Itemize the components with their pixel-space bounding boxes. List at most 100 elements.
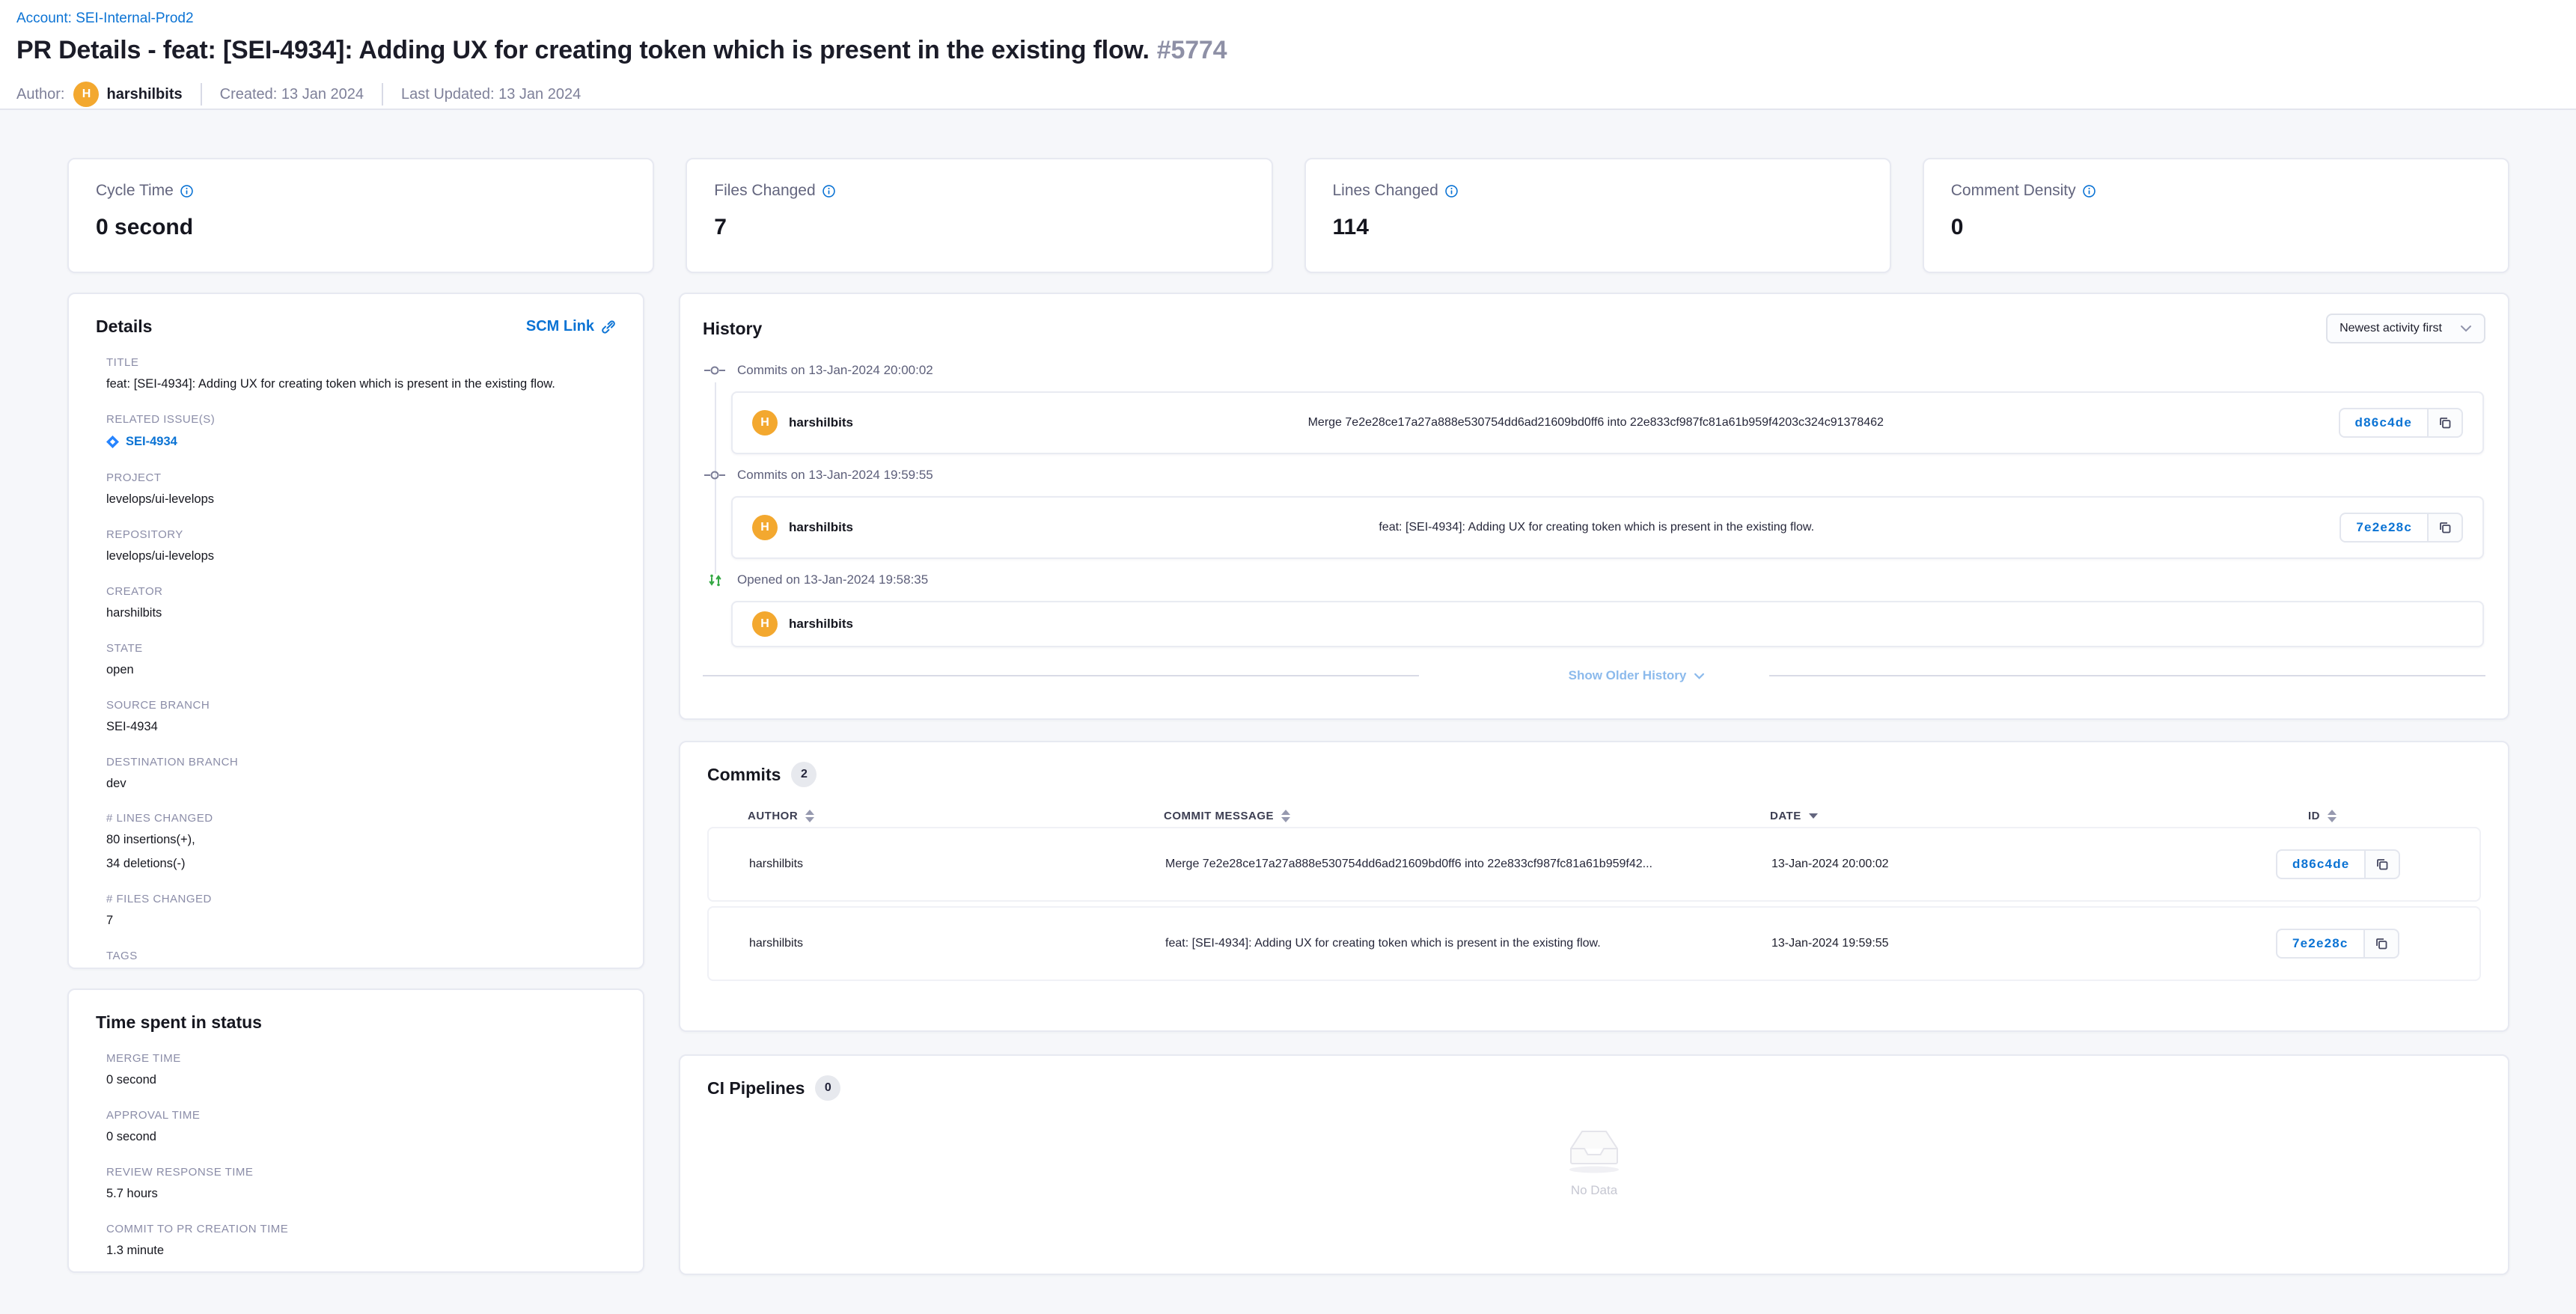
field-label: PROJECT [106,471,616,484]
field-commit-to-pr-time: COMMIT TO PR CREATION TIME 1.3 minute [106,1223,616,1260]
commit-hash-group: d86c4de [2276,849,2400,879]
copy-hash-button[interactable] [2366,849,2400,879]
metric-value: 0 second [96,215,626,240]
field-value: harshilbits [106,605,616,623]
timeline-event-text: Opened on 13-Jan-2024 19:58:35 [737,572,928,587]
commit-message: Merge 7e2e28ce17a27a888e530754dd6ad21609… [853,416,2339,430]
account-breadcrumb-link[interactable]: Account: SEI-Internal-Prod2 [16,10,194,27]
pr-number: #5774 [1157,36,1227,64]
commit-message: feat: [SEI-4934]: Adding UX for creating… [853,521,2340,534]
metrics-row: Cycle Time 0 second Files Changed 7 Line… [67,158,2509,273]
metric-value: 114 [1333,215,1863,240]
field-tags: TAGS [106,950,616,962]
timeline-event-text: Commits on 13-Jan-2024 20:00:02 [737,363,933,378]
page-title-text: PR Details - feat: [SEI-4934]: Adding UX… [16,36,1150,64]
field-label: STATE [106,642,616,655]
column-header-id[interactable]: ID [2252,810,2481,822]
last-updated-date: Last Updated: 13 Jan 2024 [401,86,581,103]
ci-pipelines-card: CI Pipelines 0 No Data [679,1054,2509,1275]
commits-count-badge: 2 [791,762,817,787]
field-value: levelops/ui-levelops [106,548,616,566]
related-issue-link[interactable]: SEI-4934 [106,435,177,449]
ci-pipelines-count-badge: 0 [815,1075,840,1101]
info-icon[interactable] [180,185,193,198]
ci-pipelines-title: CI Pipelines [707,1078,805,1098]
column-label: COMMIT MESSAGE [1164,810,1274,822]
scm-link-label: SCM Link [526,318,594,335]
field-label: COMMIT TO PR CREATION TIME [106,1223,616,1235]
history-sort-value: Newest activity first [2340,322,2442,335]
info-icon[interactable] [2083,185,2096,198]
commit-author-avatar: H [752,611,778,637]
metric-card-lines-changed: Lines Changed 114 [1304,158,1891,273]
cell-date: 13-Jan-2024 19:59:55 [1771,937,2253,950]
chevron-down-icon [2460,325,2472,332]
commit-hash-group: 7e2e28c [2276,929,2399,959]
column-header-message[interactable]: COMMIT MESSAGE [1164,810,1770,822]
sort-icon[interactable] [805,810,814,822]
sort-icon[interactable] [1281,810,1290,822]
cell-date: 13-Jan-2024 20:00:02 [1771,858,2253,871]
field-value: SEI-4934 [106,718,616,736]
show-older-label: Show Older History [1569,668,1687,683]
sort-icon[interactable] [2328,810,2337,822]
author-row: Author: H harshilbits Created: 13 Jan 20… [16,82,2560,107]
field-label: RELATED ISSUE(S) [106,413,616,426]
commit-hash-button[interactable]: d86c4de [2276,849,2366,879]
table-row: harshilbits Merge 7e2e28ce17a27a888e5307… [707,827,2481,902]
field-value: feat: [SEI-4934]: Adding UX for creating… [106,376,616,394]
empty-state: No Data [707,1122,2481,1198]
sort-desc-icon[interactable] [1809,813,1818,819]
field-state: STATE open [106,642,616,679]
copy-hash-button[interactable] [2429,408,2463,438]
divider [201,83,202,106]
info-icon[interactable] [1445,185,1458,198]
cell-author: harshilbits [749,858,1165,871]
metric-value: 0 [1951,215,2481,240]
commit-author-avatar: H [752,515,778,540]
history-title: History [703,319,762,339]
commit-hash-button[interactable]: 7e2e28c [2276,929,2365,959]
commit-author-avatar: H [752,410,778,436]
commits-table-header: AUTHOR COMMIT MESSAGE DATE ID [707,810,2481,822]
field-review-response-time: REVIEW RESPONSE TIME 5.7 hours [106,1166,616,1203]
column-header-author[interactable]: AUTHOR [748,810,1164,822]
field-label: DESTINATION BRANCH [106,756,616,768]
info-icon[interactable] [822,185,835,198]
cell-author: harshilbits [749,937,1165,950]
issue-diamond-icon [106,436,119,448]
field-label: REPOSITORY [106,528,616,541]
history-sort-select[interactable]: Newest activity first [2326,314,2485,343]
field-value: 0 second [106,1128,616,1146]
show-older-history-button[interactable]: Show Older History [1569,668,1706,683]
scm-link[interactable]: SCM Link [526,318,616,335]
author-avatar: H [73,82,99,107]
commits-card: Commits 2 AUTHOR COMMIT MESSAGE [679,741,2509,1032]
pull-request-opened-icon [703,573,727,587]
field-label: MERGE TIME [106,1052,616,1065]
metric-label: Lines Changed [1333,182,1438,200]
column-label: AUTHOR [748,810,798,822]
column-header-date[interactable]: DATE [1770,810,2252,822]
history-card: History Newest activity first Commits on… [679,293,2509,720]
copy-icon [2375,858,2389,871]
metric-label: Comment Density [1951,182,2076,200]
main-content: Cycle Time 0 second Files Changed 7 Line… [0,110,2576,1275]
copy-hash-button[interactable] [2365,929,2399,959]
field-value: 80 insertions(+), [106,831,616,849]
copy-hash-button[interactable] [2429,513,2463,543]
cell-commit-id: d86c4de [2253,849,2479,879]
field-repository: REPOSITORY levelops/ui-levelops [106,528,616,566]
field-files-changed: # FILES CHANGED 7 [106,893,616,930]
field-creator: CREATOR harshilbits [106,585,616,623]
commit-hash-button[interactable]: 7e2e28c [2340,513,2429,543]
field-label: SOURCE BRANCH [106,699,616,712]
field-label: TITLE [106,356,616,369]
history-commit-card: H harshilbits feat: [SEI-4934]: Adding U… [731,496,2484,559]
metric-label: Cycle Time [96,182,174,200]
copy-icon [2438,521,2452,534]
no-data-label: No Data [1571,1183,1617,1198]
commit-hash-button[interactable]: d86c4de [2339,408,2429,438]
commit-icon [703,365,727,376]
field-merge-time: MERGE TIME 0 second [106,1052,616,1090]
